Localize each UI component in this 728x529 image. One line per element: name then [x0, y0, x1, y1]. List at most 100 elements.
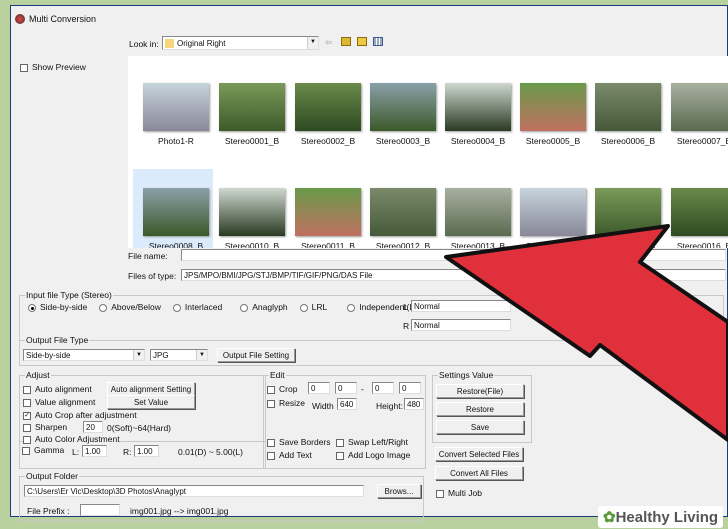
thumbnail[interactable] [143, 188, 209, 236]
thumbnail[interactable] [671, 83, 728, 131]
file-label[interactable]: Stereo0016_B [666, 241, 728, 248]
set-value-button[interactable]: Set Value [107, 395, 195, 409]
thumbnail[interactable] [295, 83, 361, 131]
resize-label: Resize [279, 398, 305, 408]
group-title: Adjust [25, 370, 51, 380]
file-label[interactable]: Stereo0002_B [290, 136, 366, 146]
auto-alignment-label: Auto alignment [35, 384, 92, 394]
crop-input[interactable]: 0 [399, 382, 421, 394]
thumbnail[interactable] [219, 188, 285, 236]
output-file-setting-button[interactable]: Output File Setting [217, 348, 295, 362]
crop-input[interactable]: 0 [335, 382, 357, 394]
thumbnail[interactable] [445, 83, 511, 131]
add-text-checkbox[interactable]: Add Text [267, 450, 312, 460]
swap-checkbox[interactable]: Swap Left/Right [336, 437, 408, 447]
thumbnail[interactable] [143, 83, 209, 131]
file-label[interactable]: Stereo0011_B [290, 241, 366, 248]
add-text-label: Add Text [279, 450, 312, 460]
thumbnail[interactable] [445, 188, 511, 236]
look-in-value: Original Right [177, 39, 226, 48]
file-label[interactable]: Stereo0012_B [365, 241, 441, 248]
output-folder-input[interactable]: C:\Users\Er Vic\Desktop\3D Photos\Anagly… [24, 485, 364, 497]
input-type-radio[interactable]: Anaglyph [240, 302, 288, 312]
files-of-type-dropdown[interactable]: JPS/MPO/BMI/JPG/STJ/BMP/TIF/GIF/PNG/DAS … [181, 269, 726, 281]
new-folder-icon[interactable] [357, 37, 367, 46]
file-label[interactable]: Stereo0004_B [440, 136, 516, 146]
input-type-radio[interactable]: LRL [299, 302, 328, 312]
back-icon[interactable]: ⇦ [325, 37, 332, 48]
output-ext-select[interactable]: JPG ▼ [150, 349, 208, 361]
file-name-input[interactable] [181, 249, 726, 261]
input-type-radio[interactable]: Above/Below [99, 302, 161, 312]
thumbnail[interactable] [370, 83, 436, 131]
sharpen-label: Sharpen [35, 422, 68, 432]
chevron-down-icon: ▼ [307, 37, 318, 49]
file-list[interactable]: Photo1-R Stereo0001_B Stereo0002_B Stereo00… [128, 56, 728, 248]
input-type-radio[interactable]: Side-by-side [28, 302, 87, 312]
thumbnail[interactable] [370, 188, 436, 236]
app-icon [15, 14, 25, 24]
input-type-radio[interactable]: Interlaced [172, 302, 222, 312]
group-title: Output Folder [25, 471, 79, 481]
left-mode-select[interactable]: Normal [411, 300, 511, 312]
files-of-type-label: Files of type: [128, 271, 177, 281]
view-menu-icon[interactable] [373, 37, 383, 46]
file-prefix-label: File Prefix : [27, 506, 70, 516]
thumbnail[interactable] [595, 188, 661, 236]
file-label[interactable]: Stereo0013_B [440, 241, 516, 248]
thumbnail[interactable] [520, 188, 586, 236]
browse-button[interactable]: Brows... [377, 484, 421, 498]
file-label[interactable]: Stereo0014_B [515, 241, 591, 248]
auto-alignment-checkbox[interactable]: Auto alignment [23, 384, 92, 394]
convert-selected-button[interactable]: Convert Selected Files [435, 447, 523, 461]
file-label[interactable]: Stereo0015_B [590, 241, 666, 248]
look-in-label: Look in: [129, 39, 159, 49]
add-logo-label: Add Logo Image [348, 450, 411, 460]
multi-job-checkbox[interactable]: Multi Job [436, 488, 482, 498]
thumbnail[interactable] [520, 83, 586, 131]
look-in-dropdown[interactable]: Original Right ▼ [162, 36, 319, 50]
height-input[interactable]: 480 [404, 398, 424, 410]
file-prefix-input[interactable] [80, 504, 120, 516]
file-label[interactable]: Photo1-R [138, 136, 214, 146]
input-file-type-group: Input file Type (Stereo) Side-by-side Abo… [19, 290, 724, 341]
multi-job-label: Multi Job [448, 488, 483, 498]
convert-all-button[interactable]: Convert All Files [435, 466, 523, 480]
resize-checkbox[interactable]: Resize [267, 398, 305, 408]
up-folder-icon[interactable] [341, 37, 351, 46]
crop-input[interactable]: 0 [372, 382, 394, 394]
crop-input[interactable]: 0 [308, 382, 330, 394]
file-prefix-example: img001.jpg --> img001.jpg [130, 506, 229, 516]
crop-checkbox[interactable]: Crop [267, 384, 297, 394]
file-label[interactable]: Stereo0007_B [666, 136, 728, 146]
thumbnail[interactable] [219, 83, 285, 131]
thumbnail[interactable] [295, 188, 361, 236]
file-label[interactable]: Stereo0008_B [138, 241, 214, 248]
radio-label: LRL [311, 302, 328, 312]
right-mode-select[interactable]: Normal [411, 319, 511, 331]
save-button[interactable]: Save [436, 420, 524, 434]
thumbnail[interactable] [595, 83, 661, 131]
file-name-label: File name: [128, 251, 168, 261]
sharpen-range: 0(Soft)~64(Hard) [107, 423, 172, 433]
file-label[interactable]: Stereo0005_B [515, 136, 591, 146]
sharpen-checkbox[interactable]: Sharpen [23, 422, 67, 432]
auto-crop-checkbox[interactable]: ✓ Auto Crop after adjustment [23, 410, 137, 420]
save-borders-checkbox[interactable]: Save Borders [267, 437, 331, 447]
thumbnail[interactable] [671, 188, 728, 236]
restore-button[interactable]: Restore [436, 402, 524, 416]
value-alignment-label: Value alignment [35, 397, 96, 407]
file-label[interactable]: Stereo0006_B [590, 136, 666, 146]
add-logo-checkbox[interactable]: Add Logo Image [336, 450, 410, 460]
file-label[interactable]: Stereo0010_B [214, 241, 290, 248]
file-label[interactable]: Stereo0001_B [214, 136, 290, 146]
sharpen-input[interactable]: 20 [83, 421, 103, 433]
width-input[interactable]: 640 [337, 398, 357, 410]
auto-crop-label: Auto Crop after adjustment [35, 410, 137, 420]
show-preview-checkbox[interactable]: Show Preview [20, 62, 86, 72]
value-alignment-checkbox[interactable]: Value alignment [23, 397, 95, 407]
restore-file-button[interactable]: Restore(File) [436, 384, 524, 398]
file-label[interactable]: Stereo0003_B [365, 136, 441, 146]
auto-alignment-setting-button[interactable]: Auto alignment Setting [107, 382, 195, 396]
output-format-select[interactable]: Side-by-side ▼ [23, 349, 145, 361]
